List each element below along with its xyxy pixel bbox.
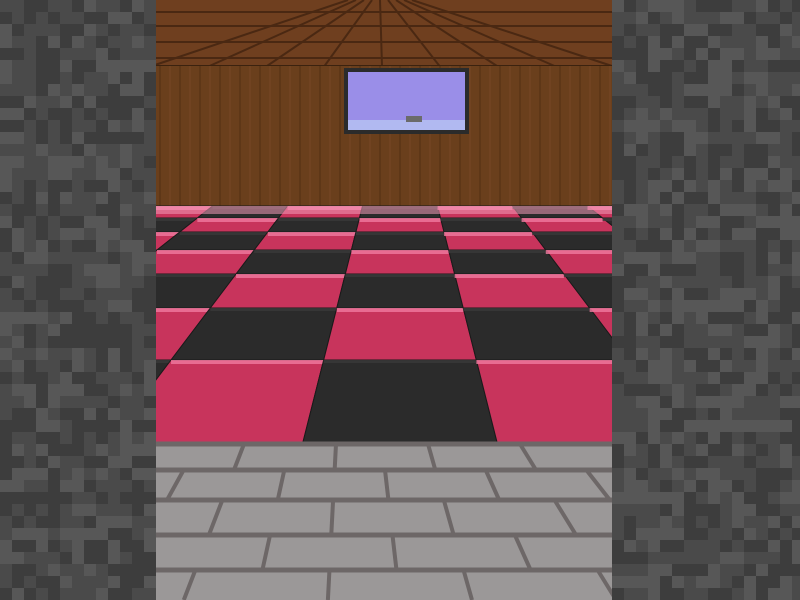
wooden-plank-ceiling (151, 0, 613, 67)
right-cobblestone-wall (612, 0, 800, 600)
glass-window (344, 68, 469, 134)
left-cobblestone-wall (0, 0, 156, 600)
game-viewport[interactable] (0, 0, 800, 600)
